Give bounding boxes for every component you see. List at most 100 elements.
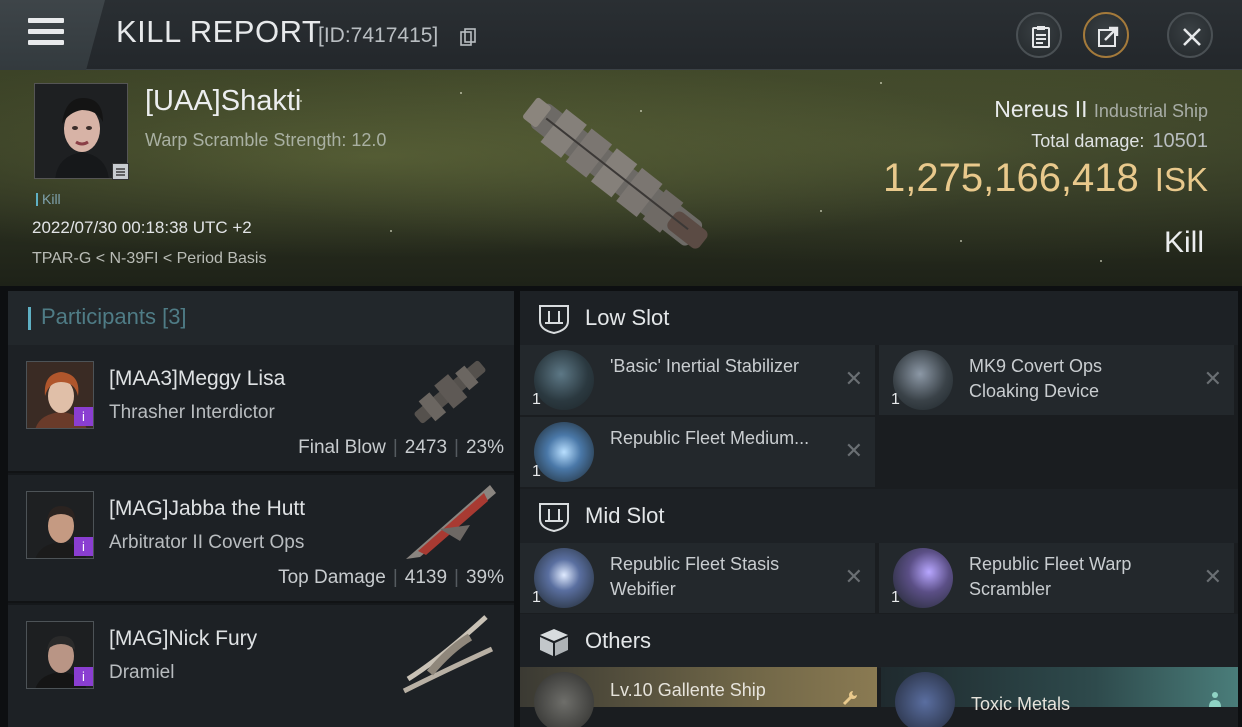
portrait-badge (112, 163, 129, 180)
participant-damage: 4139 (404, 567, 448, 588)
low-slot-label: Low Slot (585, 305, 670, 330)
ship-class: Industrial Ship (1093, 101, 1208, 121)
destroyed-icon: ✕ (1203, 367, 1222, 392)
victim-ship-image (523, 97, 708, 249)
kill-tag-label: Kill (42, 191, 61, 207)
destroyed-icon: ✕ (844, 565, 863, 590)
destroyed-icon: ✕ (844, 439, 863, 464)
mid-slot-header: Mid Slot (520, 489, 1238, 543)
mid-slot-label: Mid Slot (585, 503, 665, 528)
info-badge[interactable]: i (74, 667, 93, 686)
others-label: Others (585, 628, 652, 653)
module-qty: 1 (532, 589, 541, 606)
participant-percent: 39% (465, 567, 504, 588)
module-item[interactable]: 1 Republic Fleet Warp Scrambler ✕ (879, 543, 1234, 613)
module-item[interactable]: 1 MK9 Covert Ops Cloaking Device ✕ (879, 345, 1234, 415)
kill-location: TPAR-G < N-39FI < Period Basis (32, 250, 267, 267)
total-damage-label: Total damage: (1031, 131, 1145, 151)
total-damage: Total damage: 10501 (1031, 130, 1208, 153)
wrench-icon (842, 691, 857, 706)
isk-amount: 1,275,166,418 (882, 156, 1139, 200)
module-name: MK9 Covert Ops Cloaking Device (969, 356, 1103, 401)
info-badge[interactable]: i (74, 407, 93, 426)
participants-count: [3] (162, 304, 187, 329)
module-qty: 1 (891, 391, 900, 408)
participant-ship-image (402, 615, 494, 694)
module-item[interactable]: 1 'Basic' Inertial Stabilizer ✕ (520, 345, 875, 415)
share-button[interactable] (1083, 12, 1129, 58)
participant-row[interactable]: i [MAA3]Meggy Lisa Thrasher Interdictor … (8, 345, 514, 473)
participant-stats: Top Damage | 4139 | 39% (278, 567, 504, 588)
participants-label: Participants [3] (41, 304, 187, 329)
person-icon (1209, 692, 1221, 707)
page-title: KILL REPORT (116, 14, 322, 49)
kill-tag: Kill (36, 191, 61, 207)
hamburger-icon[interactable] (28, 18, 64, 46)
isk-unit: ISK (1154, 161, 1208, 198)
participant-ship: Arbitrator II Covert Ops (109, 532, 305, 553)
module-item[interactable]: 1 Republic Fleet Stasis Webifier ✕ (520, 543, 875, 613)
victim-ship[interactable]: Nereus II Industrial Ship (994, 96, 1208, 123)
result-label: Kill (1163, 226, 1204, 259)
item-name: Lv.10 Gallente Ship (610, 680, 766, 700)
participant-name[interactable]: [MAA3]Meggy Lisa (109, 367, 285, 391)
participant-name[interactable]: [MAG]Jabba the Hutt (109, 497, 305, 521)
module-icon (534, 350, 594, 410)
fitting-panel: Low Slot 1 'Basic' Inertial Stabilizer ✕… (520, 291, 1238, 727)
module-qty: 1 (532, 463, 541, 480)
isk-value: 1,275,166,418 ISK (883, 156, 1208, 201)
close-icon (1183, 28, 1201, 46)
warp-scramble-strength: Warp Scramble Strength: 12.0 (145, 130, 387, 150)
participant-stats: Final Blow | 2473 | 23% (298, 437, 504, 458)
item-icon (895, 672, 955, 727)
victim-name[interactable]: [UAA]Shakti (145, 85, 301, 118)
module-name: Republic Fleet Medium... (610, 428, 810, 448)
module-name: Republic Fleet Warp Scrambler (969, 554, 1132, 599)
participant-percent: 23% (465, 437, 504, 458)
module-qty: 1 (532, 391, 541, 408)
clipboard-button[interactable] (1016, 12, 1062, 58)
others-item[interactable]: Toxic Metals (881, 667, 1238, 727)
others-item[interactable]: Lv.10 Gallente Ship (520, 667, 877, 727)
shield-icon (539, 305, 569, 335)
ship-name: Nereus II (994, 96, 1088, 122)
destroyed-icon: ✕ (844, 367, 863, 392)
module-name: 'Basic' Inertial Stabilizer (610, 356, 799, 376)
participant-row[interactable]: i [MAG]Nick Fury Dramiel (8, 605, 514, 727)
participant-name[interactable]: [MAG]Nick Fury (109, 627, 257, 651)
total-damage-value: 10501 (1152, 130, 1208, 152)
participant-ship-image (406, 485, 496, 559)
participant-row[interactable]: i [MAG]Jabba the Hutt Arbitrator II Cove… (8, 475, 514, 603)
participant-ship: Dramiel (109, 662, 175, 683)
kill-report-id: [ID:7417415] (318, 24, 439, 47)
participant-damage: 2473 (404, 437, 448, 458)
module-icon (893, 350, 953, 410)
module-name: Republic Fleet Stasis Webifier (610, 554, 780, 599)
participant-ship-image (414, 360, 486, 424)
participants-header: Participants [3] (8, 291, 514, 345)
participant-role: Top Damage (278, 567, 386, 588)
share-icon (1098, 26, 1119, 47)
participant-role: Final Blow (298, 437, 386, 458)
title-bar: KILL REPORT [ID:7417415] (0, 0, 1242, 70)
victim-header: [UAA]Shakti Warp Scramble Strength: 12.0… (0, 70, 1242, 286)
info-badge[interactable]: i (74, 537, 93, 556)
destroyed-icon: ✕ (1203, 565, 1222, 590)
low-slot-header: Low Slot (520, 291, 1238, 345)
box-icon (540, 629, 568, 656)
module-item[interactable]: 1 Republic Fleet Medium... ✕ (520, 417, 875, 487)
copy-icon[interactable] (460, 28, 476, 46)
item-name: Toxic Metals (971, 694, 1071, 714)
others-header: Others (520, 614, 1238, 668)
shield-icon (539, 503, 569, 533)
clipboard-icon (1032, 26, 1050, 48)
participant-ship: Thrasher Interdictor (109, 402, 275, 423)
item-icon (534, 672, 594, 727)
participants-panel: Participants [3] i [MAA3]Meggy Lisa Thra… (8, 291, 514, 727)
module-qty: 1 (891, 589, 900, 606)
module-icon (534, 548, 594, 608)
close-button[interactable] (1167, 12, 1213, 58)
module-icon (534, 422, 594, 482)
module-icon (893, 548, 953, 608)
kill-datetime: 2022/07/30 00:18:38 UTC +2 (32, 218, 252, 237)
